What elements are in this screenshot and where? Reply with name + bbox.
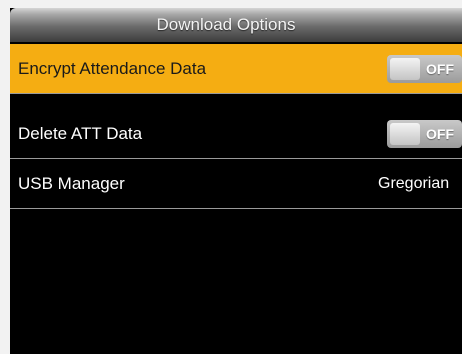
toggle-state-label: OFF [426, 61, 454, 77]
toggle-knob [390, 123, 420, 145]
encrypt-attendance-toggle[interactable]: OFF [387, 55, 462, 83]
toggle-knob [390, 58, 420, 80]
menu-item-usb-manager[interactable]: USB Manager Gregorian [10, 159, 462, 209]
menu-item-encrypt-attendance-data[interactable]: Encrypt Attendance Data OFF [10, 44, 462, 94]
menu-item-value: Gregorian [378, 174, 450, 192]
title-bar: Download Options [10, 8, 462, 42]
menu-item-label: USB Manager [18, 173, 125, 193]
menu-item-label: Encrypt Attendance Data [18, 58, 207, 78]
menu-item-label: Delete ATT Data [18, 123, 143, 143]
delete-att-data-toggle[interactable]: OFF [387, 120, 462, 148]
menu-item-delete-att-data[interactable]: Delete ATT Data OFF [10, 109, 462, 159]
toggle-state-label: OFF [426, 126, 454, 142]
device-screen: Download Options Encrypt Attendance Data… [10, 8, 462, 354]
page-title: Download Options [156, 15, 296, 34]
